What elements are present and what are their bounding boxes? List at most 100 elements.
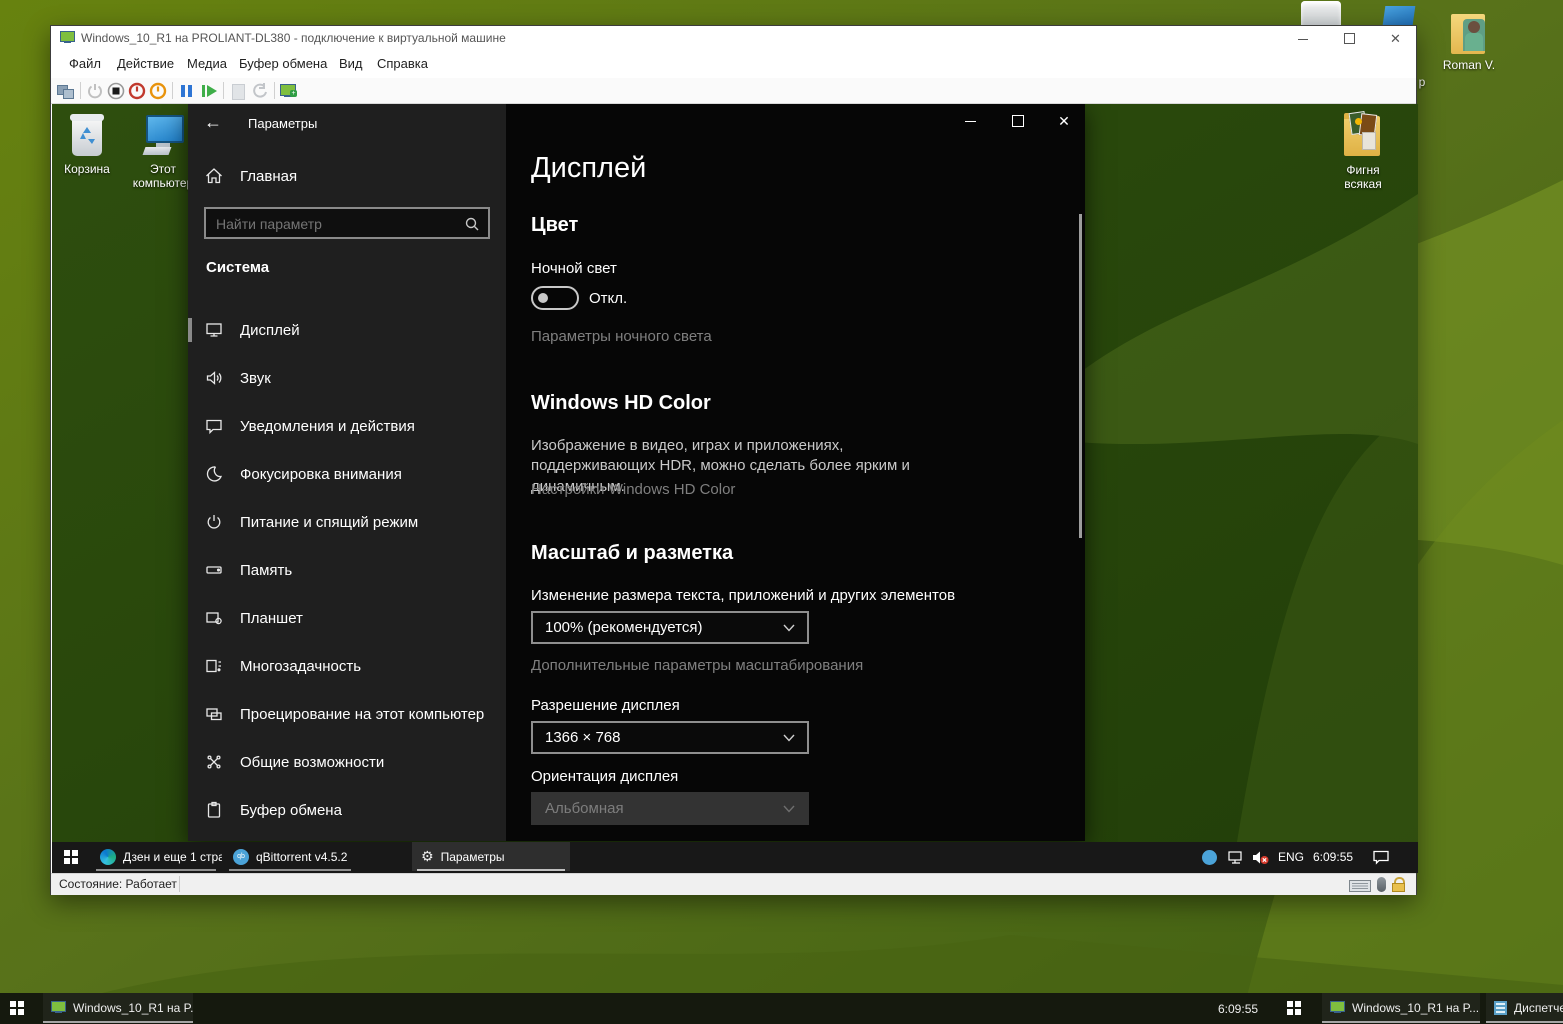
settings-search-box[interactable] — [204, 207, 490, 239]
tray-clock[interactable]: 6:09:55 — [1313, 850, 1353, 864]
sidebar-item-label: Планшет — [240, 610, 303, 627]
resume-vm-icon[interactable] — [200, 82, 218, 100]
qbittorrent-icon: qb — [233, 849, 249, 865]
tray-qbittorrent-icon[interactable] — [1202, 850, 1217, 865]
clipboard-icon — [204, 800, 224, 820]
search-icon[interactable] — [464, 216, 480, 232]
vm-titlebar[interactable]: Windows_10_R1 на PROLIANT-DL380 - подклю… — [51, 26, 1416, 51]
sidebar-item-sound[interactable]: Звук — [188, 358, 506, 398]
host-taskbar-taskmgr-button[interactable]: Диспетчер — [1486, 993, 1563, 1022]
host-folder-icon[interactable] — [1383, 6, 1416, 25]
guest-taskbar-settings-tab[interactable]: ⚙ Параметры — [412, 842, 570, 871]
vm-window-title: Windows_10_R1 на PROLIANT-DL380 - подклю… — [81, 31, 506, 45]
keyboard-capture-icon — [1349, 879, 1371, 897]
guest-pictures-folder-icon[interactable] — [1342, 110, 1384, 160]
sidebar-item-shared-experiences[interactable]: Общие возможности — [188, 742, 506, 782]
menu-media[interactable]: Медиа — [187, 56, 227, 71]
guest-start-button[interactable] — [64, 850, 78, 864]
tray-network-icon[interactable] — [1228, 851, 1244, 863]
start-vm-icon[interactable] — [86, 82, 104, 100]
taskbar-tab-label: Дзен и еще 1 страни... — [123, 850, 222, 864]
vm-maximize-button[interactable] — [1341, 30, 1358, 47]
sidebar-item-home[interactable]: Главная — [188, 156, 506, 196]
chevron-down-icon — [783, 734, 795, 742]
back-icon[interactable]: ← — [204, 112, 222, 133]
taskbar-tab-label: qBittorrent v4.5.2 — [256, 850, 347, 864]
sidebar-item-focus-assist[interactable]: Фокусировка внимания — [188, 454, 506, 494]
host-taskbar: Windows_10_R1 на P... 6:09:55 Windows_10… — [0, 993, 1563, 1024]
hdr-settings-link[interactable]: Настройки Windows HD Color — [531, 481, 735, 498]
content-scrollbar[interactable] — [1079, 214, 1082, 538]
host-start-button-secondary[interactable] — [1287, 1001, 1301, 1015]
vm-connection-window: Windows_10_R1 на PROLIANT-DL380 - подклю… — [50, 25, 1417, 895]
settings-minimize-button[interactable] — [961, 112, 979, 130]
settings-close-button[interactable]: ✕ — [1055, 112, 1073, 130]
sidebar-item-storage[interactable]: Память — [188, 550, 506, 590]
guest-recycle-bin-icon[interactable] — [69, 112, 105, 158]
menu-action[interactable]: Действие — [117, 56, 174, 71]
storage-icon — [204, 560, 224, 580]
moon-icon — [204, 464, 224, 484]
guest-taskbar-edge-tab[interactable]: Дзен и еще 1 страни... — [91, 842, 222, 871]
sidebar-item-projecting[interactable]: Проецирование на этот компьютер — [188, 694, 506, 734]
menu-view[interactable]: Вид — [339, 56, 363, 71]
sound-icon — [204, 368, 224, 388]
ctrl-alt-del-icon[interactable] — [57, 82, 75, 100]
host-start-button[interactable] — [10, 1001, 24, 1015]
sidebar-item-label: Питание и спящий режим — [240, 514, 418, 531]
search-input[interactable] — [214, 211, 448, 237]
sidebar-item-label: Фокусировка внимания — [240, 466, 402, 483]
orientation-dropdown: Альбомная — [531, 792, 809, 825]
sidebar-item-label: Дисплей — [240, 322, 300, 339]
save-state-icon[interactable] — [229, 82, 247, 100]
menu-help[interactable]: Справка — [377, 56, 428, 71]
vm-minimize-button[interactable] — [1294, 30, 1311, 47]
night-light-state: Откл. — [589, 290, 627, 307]
tray-volume-muted-icon[interactable] — [1252, 850, 1270, 865]
vm-app-icon — [51, 1001, 66, 1014]
host-recycle-bin-icon[interactable] — [1301, 1, 1341, 25]
scale-dropdown[interactable]: 100% (рекомендуется) — [531, 611, 809, 644]
sidebar-item-power[interactable]: Питание и спящий режим — [188, 502, 506, 542]
sidebar-item-display[interactable]: Дисплей — [188, 310, 506, 350]
pause-vm-icon[interactable] — [178, 82, 196, 100]
tray-language-indicator[interactable]: ENG — [1278, 850, 1304, 864]
lock-icon — [1392, 877, 1405, 892]
scale-heading: Масштаб и разметка — [531, 542, 733, 565]
orientation-dropdown-value: Альбомная — [545, 800, 624, 817]
guest-taskbar-qbittorrent-tab[interactable]: qb qBittorrent v4.5.2 — [224, 842, 358, 871]
notifications-icon — [204, 416, 224, 436]
host-user-folder-icon[interactable] — [1449, 11, 1489, 57]
sidebar-item-clipboard[interactable]: Буфер обмена — [188, 790, 506, 830]
night-light-settings-link[interactable]: Параметры ночного света — [531, 328, 712, 345]
shared-experiences-icon — [204, 752, 224, 772]
shutdown-vm-icon[interactable] — [128, 82, 146, 100]
revert-checkpoint-icon[interactable] — [251, 82, 269, 100]
night-light-toggle[interactable] — [531, 286, 579, 310]
host-taskbar-vm-button-secondary[interactable]: Windows_10_R1 на P... — [1322, 993, 1480, 1022]
settings-maximize-button[interactable] — [1009, 112, 1027, 130]
scale-label: Изменение размера текста, приложений и д… — [531, 587, 955, 604]
host-user-folder-label[interactable]: Roman V. — [1434, 58, 1504, 72]
advanced-scaling-link[interactable]: Дополнительные параметры масштабирования — [531, 657, 863, 674]
multitasking-icon — [204, 656, 224, 676]
stop-vm-icon[interactable] — [107, 82, 125, 100]
host-taskbar-vm-button[interactable]: Windows_10_R1 на P... — [43, 993, 193, 1022]
sidebar-item-tablet[interactable]: Планшет — [188, 598, 506, 638]
vm-close-button[interactable]: ✕ — [1387, 30, 1404, 47]
task-manager-icon — [1494, 1001, 1507, 1015]
projecting-icon — [204, 704, 224, 724]
menu-clipboard[interactable]: Буфер обмена — [239, 56, 327, 71]
resolution-dropdown-value: 1366 × 768 — [545, 729, 621, 746]
host-taskbar-clock[interactable]: 6:09:55 — [1218, 1002, 1258, 1016]
chevron-down-icon — [783, 805, 795, 813]
vm-app-icon — [1330, 1001, 1345, 1014]
checkpoint-icon[interactable]: + — [280, 82, 298, 100]
guest-this-pc-icon[interactable] — [142, 113, 182, 159]
sidebar-item-notifications[interactable]: Уведомления и действия — [188, 406, 506, 446]
menu-file[interactable]: Файл — [69, 56, 101, 71]
action-center-icon[interactable] — [1372, 850, 1390, 870]
turn-off-vm-icon[interactable] — [149, 82, 167, 100]
resolution-dropdown[interactable]: 1366 × 768 — [531, 721, 809, 754]
sidebar-item-multitasking[interactable]: Многозадачность — [188, 646, 506, 686]
